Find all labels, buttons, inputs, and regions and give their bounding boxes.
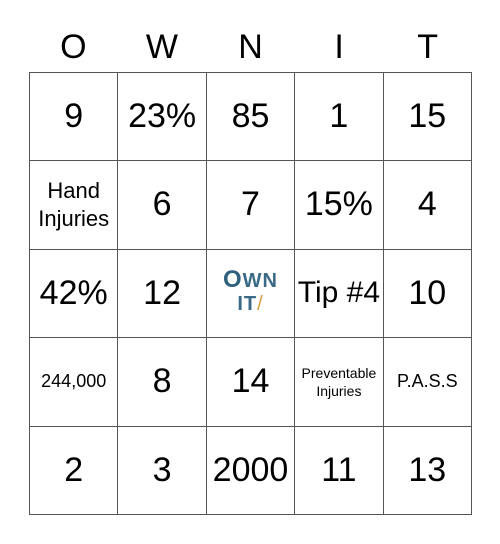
bingo-header: O W N I T bbox=[29, 22, 472, 72]
own-it-logo: OWN IT/ bbox=[222, 266, 278, 316]
bingo-cell[interactable]: 7 bbox=[206, 161, 296, 250]
bingo-grid: 9 23% 85 1 15 Hand Injuries 6 7 15% 4 42… bbox=[29, 72, 472, 515]
bingo-cell[interactable]: 85 bbox=[206, 73, 296, 162]
bingo-cell[interactable]: 1 bbox=[295, 73, 384, 162]
bingo-cell[interactable]: Tip #4 bbox=[295, 249, 384, 339]
header-letter: W bbox=[145, 28, 178, 66]
bingo-cell[interactable]: 11 bbox=[295, 426, 384, 515]
bingo-cell[interactable]: 12 bbox=[118, 249, 207, 339]
header-letter: O bbox=[60, 28, 87, 66]
bingo-cell[interactable]: 15 bbox=[383, 73, 472, 162]
bingo-cell[interactable]: Preventable Injuries bbox=[295, 338, 384, 427]
header-letter: N bbox=[238, 28, 263, 66]
bingo-cell[interactable]: 244,000 bbox=[30, 338, 119, 427]
bingo-cell[interactable]: 4 bbox=[383, 161, 472, 250]
bingo-cell[interactable]: 14 bbox=[206, 338, 296, 427]
header-letter: I bbox=[334, 28, 344, 66]
bingo-cell[interactable]: 9 bbox=[30, 73, 119, 162]
bingo-cell[interactable]: 2000 bbox=[206, 426, 296, 515]
bingo-cell[interactable]: Hand Injuries bbox=[30, 161, 119, 250]
bingo-cell[interactable]: 13 bbox=[383, 426, 472, 515]
free-space-cell[interactable]: OWN IT/ bbox=[206, 249, 296, 339]
bingo-cell[interactable]: 10 bbox=[383, 249, 472, 339]
bingo-cell[interactable]: 8 bbox=[118, 338, 207, 427]
header-letter: T bbox=[417, 28, 439, 66]
bingo-cell[interactable]: 23% bbox=[118, 73, 207, 162]
bingo-cell[interactable]: 3 bbox=[118, 426, 207, 515]
bingo-cell[interactable]: 2 bbox=[30, 426, 119, 515]
bingo-cell[interactable]: 15% bbox=[295, 161, 384, 250]
bingo-cell[interactable]: P.A.S.S bbox=[383, 338, 472, 427]
bingo-cell[interactable]: 6 bbox=[118, 161, 207, 250]
bingo-cell[interactable]: 42% bbox=[30, 249, 119, 339]
